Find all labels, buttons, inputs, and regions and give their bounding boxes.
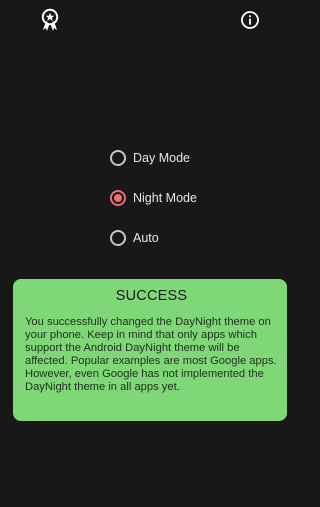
auto-mode-label: Auto (133, 231, 159, 245)
night-mode-radio[interactable] (110, 190, 126, 206)
day-mode-label: Day Mode (133, 151, 190, 165)
success-title: SUCCESS (115, 288, 188, 304)
auto-mode-radio[interactable] (110, 230, 126, 246)
day-mode-radio[interactable] (110, 150, 126, 166)
theme-mode-radio-group: Day Mode Night Mode Auto (110, 146, 197, 266)
info-icon[interactable] (238, 8, 262, 32)
success-message: You successfully changed the DayNight th… (25, 316, 277, 393)
night-mode-label: Night Mode (133, 191, 197, 205)
day-mode-option[interactable]: Day Mode (110, 146, 197, 170)
award-badge-icon[interactable] (38, 8, 62, 32)
night-mode-option[interactable]: Night Mode (110, 186, 197, 210)
auto-mode-option[interactable]: Auto (110, 226, 197, 250)
success-card: SUCCESS You successfully changed the Day… (13, 279, 287, 421)
